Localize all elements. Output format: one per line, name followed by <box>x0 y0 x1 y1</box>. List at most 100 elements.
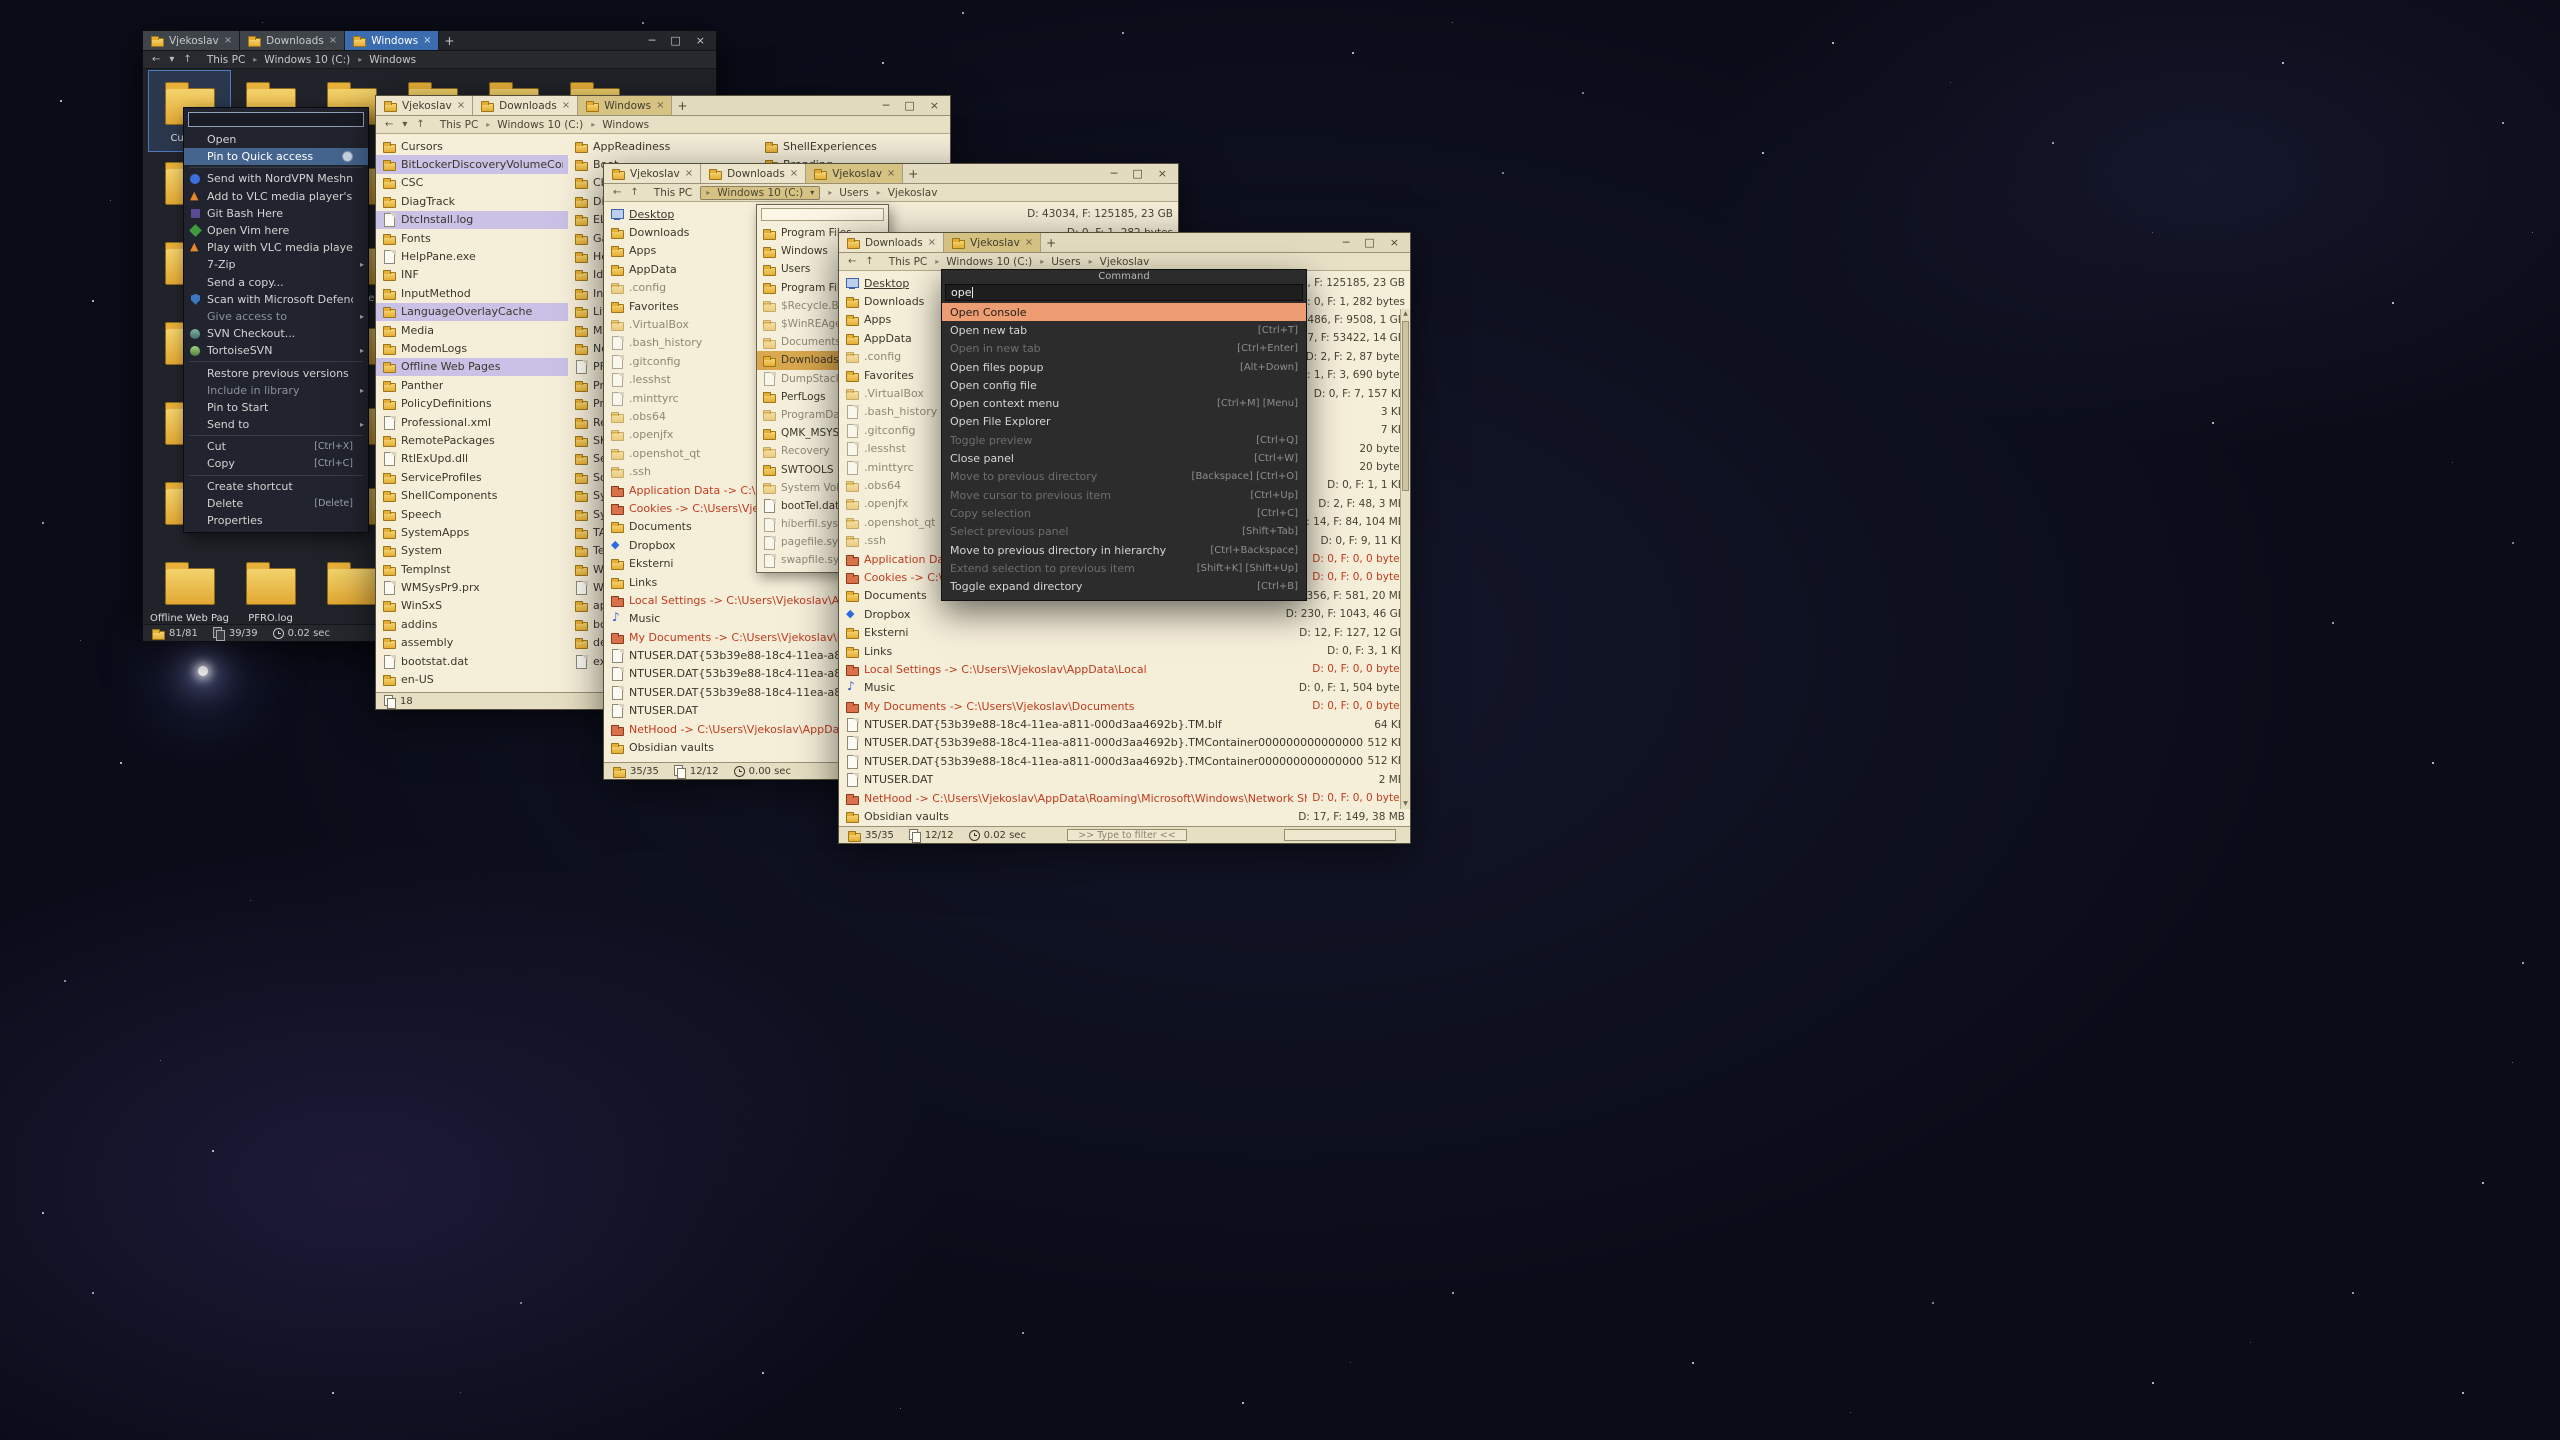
menu-item[interactable]: Include in library ▸ <box>184 382 368 399</box>
menu-item[interactable]: Open Vim here ▸ <box>184 222 368 239</box>
file-row[interactable]: Links D: 0, F: 3, 1 KB <box>839 642 1410 660</box>
new-tab-button[interactable]: + <box>903 164 923 183</box>
tab[interactable]: Vjekoslav × <box>604 164 701 183</box>
file-row[interactable]: RemotePackages <box>376 431 568 449</box>
tab[interactable]: Vjekoslav × <box>376 96 473 115</box>
command-input[interactable]: ope <box>945 284 1303 301</box>
back-icon[interactable]: ← <box>848 256 856 267</box>
file-row[interactable]: TempInst <box>376 560 568 578</box>
tab[interactable]: Downloads × <box>701 164 806 183</box>
command-item[interactable]: Move to previous directory in hierarchy … <box>942 541 1306 559</box>
command-item[interactable]: Open new tab [Ctrl+T] <box>942 321 1306 339</box>
file-row[interactable]: Speech <box>376 505 568 523</box>
file-row[interactable]: Professional.xml <box>376 413 568 431</box>
command-item[interactable]: Move cursor to previous item [Ctrl+Up] <box>942 486 1306 504</box>
command-item[interactable]: Open File Explorer <box>942 413 1306 431</box>
menu-item[interactable]: Copy [Ctrl+C] ▸ <box>184 455 368 472</box>
file-row[interactable]: ModemLogs <box>376 339 568 357</box>
tab-close-icon[interactable]: × <box>1025 237 1033 248</box>
tab-close-icon[interactable]: × <box>562 100 570 111</box>
breadcrumb-item[interactable]: ▸ Vjekoslav ▾ <box>877 187 938 199</box>
breadcrumb-item[interactable]: ▸ This PC ▾ <box>207 54 245 66</box>
menu-item[interactable]: Pin to Quick access ▸ <box>184 148 368 165</box>
maximize-button[interactable]: □ <box>1364 236 1374 249</box>
command-item[interactable]: Open config file <box>942 376 1306 394</box>
menu-item[interactable]: TortoiseSVN ▸ <box>184 342 368 359</box>
file-row[interactable]: NTUSER.DAT 2 MB <box>839 771 1410 789</box>
menu-item[interactable]: Create shortcut ▸ <box>184 478 368 495</box>
file-row[interactable]: en-US <box>376 670 568 688</box>
history-dropdown-icon[interactable]: ▾ <box>402 119 407 130</box>
tab[interactable]: Vjekoslav × <box>944 233 1041 252</box>
breadcrumb-item[interactable]: ▸ Windows 10 (C:) ▾ <box>700 186 820 200</box>
tab[interactable]: Downloads × <box>473 96 578 115</box>
file-row[interactable]: Eksterni D: 12, F: 127, 12 GB <box>839 623 1410 641</box>
tab-close-icon[interactable]: × <box>329 35 337 46</box>
close-button[interactable]: × <box>696 34 705 47</box>
command-item[interactable]: Close panel [Ctrl+W] <box>942 449 1306 467</box>
tab[interactable]: Vjekoslav × <box>143 31 240 50</box>
file-row[interactable]: addins <box>376 615 568 633</box>
minimize-button[interactable]: ─ <box>883 99 890 112</box>
file-row[interactable]: bootstat.dat <box>376 652 568 670</box>
menu-item[interactable]: Properties ▸ <box>184 512 368 529</box>
tab[interactable]: Windows × <box>578 96 672 115</box>
tab-close-icon[interactable]: × <box>928 237 936 248</box>
file-row[interactable]: HelpPane.exe <box>376 247 568 265</box>
file-row[interactable]: BitLockerDiscoveryVolumeContents <box>376 155 568 173</box>
file-row[interactable]: CSC <box>376 174 568 192</box>
maximize-button[interactable]: □ <box>904 99 914 112</box>
breadcrumb-item[interactable]: ▸ Windows 10 (C:) ▾ <box>935 256 1032 268</box>
minimize-button[interactable]: ─ <box>1111 167 1118 180</box>
command-item[interactable]: Open Console <box>942 303 1306 321</box>
back-icon[interactable]: ← <box>152 54 160 65</box>
inline-rename-input[interactable] <box>188 112 364 127</box>
tab-close-icon[interactable]: × <box>423 35 431 46</box>
dropdown-filter-input[interactable] <box>761 208 884 221</box>
file-row[interactable]: Music D: 0, F: 1, 504 bytes <box>839 679 1410 697</box>
file-row[interactable]: Local Settings -> C:\Users\Vjekoslav\App… <box>839 660 1410 678</box>
file-row[interactable]: LanguageOverlayCache <box>376 303 568 321</box>
close-button[interactable]: × <box>930 99 939 112</box>
file-row[interactable]: NTUSER.DAT{53b39e88-18c4-11ea-a811-000d3… <box>839 752 1410 770</box>
file-row[interactable]: WinSxS <box>376 597 568 615</box>
breadcrumb-item[interactable]: ▸ Vjekoslav ▾ <box>1089 256 1150 268</box>
file-row[interactable]: Media <box>376 321 568 339</box>
file-row[interactable]: System <box>376 542 568 560</box>
breadcrumb-item[interactable]: ▸ This PC ▾ <box>889 256 927 268</box>
breadcrumb-item[interactable]: ▸ Users ▾ <box>828 187 868 199</box>
tab-close-icon[interactable]: × <box>656 100 664 111</box>
file-row[interactable]: Offline Web Pages <box>376 358 568 376</box>
file-row[interactable]: Cursors <box>376 137 568 155</box>
file-row[interactable]: RtlExUpd.dll <box>376 450 568 468</box>
menu-item[interactable]: Send with NordVPN Meshnet ▸ <box>184 170 368 187</box>
horizontal-scrollbar[interactable] <box>1284 829 1396 841</box>
folder-cell[interactable]: Offline Web Pages <box>149 551 230 624</box>
up-icon[interactable]: ↑ <box>865 256 873 267</box>
tab[interactable]: Downloads × <box>839 233 944 252</box>
file-row[interactable]: assembly <box>376 634 568 652</box>
menu-item[interactable]: Give access to ▸ <box>184 308 368 325</box>
maximize-button[interactable]: □ <box>670 34 680 47</box>
minimize-button[interactable]: ─ <box>1343 236 1350 249</box>
menu-item[interactable]: Delete [Delete] ▸ <box>184 495 368 512</box>
file-row[interactable]: Fonts <box>376 229 568 247</box>
file-row[interactable]: PolicyDefinitions <box>376 394 568 412</box>
tab-close-icon[interactable]: × <box>685 168 693 179</box>
tab[interactable]: Vjekoslav × <box>806 164 903 183</box>
file-row[interactable]: INF <box>376 266 568 284</box>
scroll-down-icon[interactable]: ▼ <box>1401 799 1410 809</box>
command-item[interactable]: Toggle expand directory [Ctrl+B] <box>942 577 1306 595</box>
file-row[interactable]: NTUSER.DAT{53b39e88-18c4-11ea-a811-000d3… <box>839 734 1410 752</box>
menu-item[interactable]: Scan with Microsoft Defender... ▸ <box>184 291 368 308</box>
file-row[interactable]: SystemApps <box>376 523 568 541</box>
tab-close-icon[interactable]: × <box>887 168 895 179</box>
back-icon[interactable]: ← <box>385 119 393 130</box>
file-row[interactable]: DtcInstall.log <box>376 211 568 229</box>
file-row[interactable]: My Documents -> C:\Users\Vjekoslav\Docum… <box>839 697 1410 715</box>
menu-item[interactable]: Pin to Start ▸ <box>184 399 368 416</box>
command-item[interactable]: Open context menu [Ctrl+M] [Menu] <box>942 394 1306 412</box>
file-row[interactable]: WMSysPr9.prx <box>376 578 568 596</box>
menu-item[interactable]: Send a copy... ▸ <box>184 274 368 291</box>
new-tab-button[interactable]: + <box>1041 233 1061 252</box>
